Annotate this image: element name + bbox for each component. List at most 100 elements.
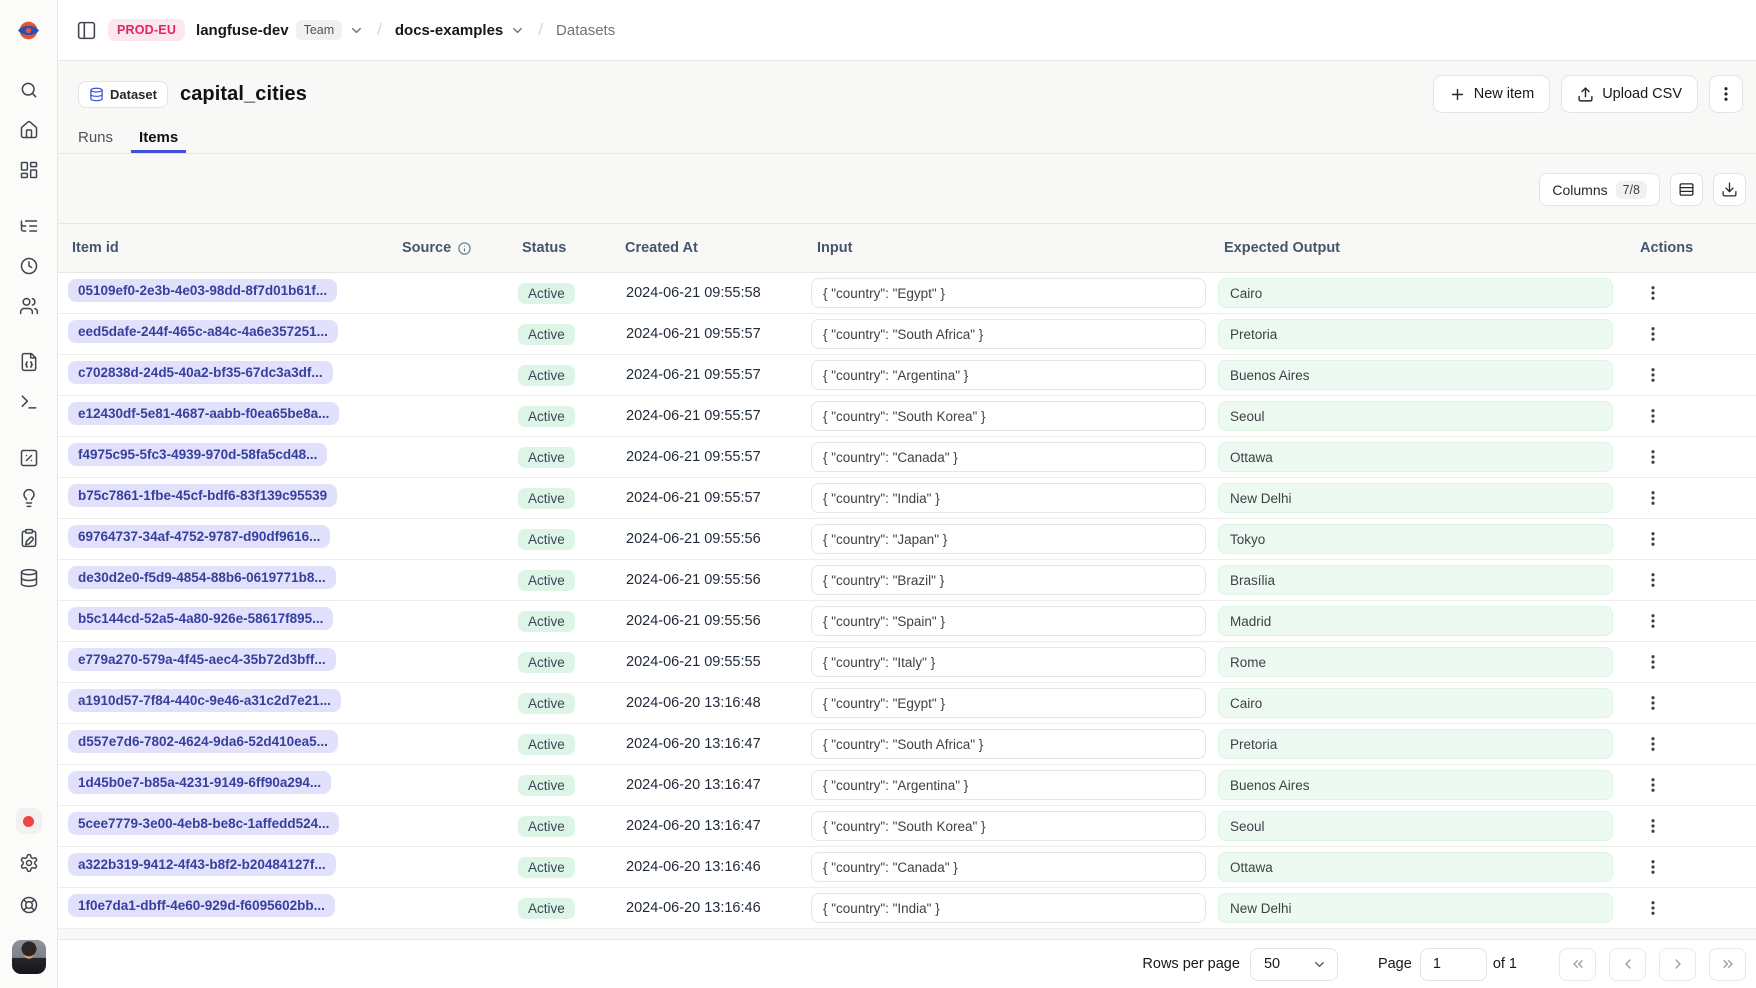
table-row[interactable]: a1910d57-7f84-440c-9e46-a31c2d7e21...Act… — [58, 683, 1756, 724]
sidebar-item-support[interactable] — [16, 892, 42, 918]
item-id-badge[interactable]: 1f0e7da1-dbff-4e60-929d-f6095602bb... — [68, 894, 335, 917]
chevron-left-icon — [1620, 956, 1636, 972]
row-actions-button[interactable] — [1640, 813, 1666, 839]
item-id-badge[interactable]: b5c144cd-52a5-4a80-926e-58617f895... — [68, 607, 333, 630]
row-actions-button[interactable] — [1640, 608, 1666, 634]
sidebar-item-datasets[interactable] — [16, 565, 42, 591]
row-actions-button[interactable] — [1640, 403, 1666, 429]
sidebar-item-tracing[interactable] — [16, 213, 42, 239]
chevron-down-icon[interactable] — [510, 23, 525, 38]
item-id-badge[interactable]: a1910d57-7f84-440c-9e46-a31c2d7e21... — [68, 689, 341, 712]
tab-runs[interactable]: Runs — [70, 127, 121, 153]
project-selector[interactable]: docs-examples — [395, 22, 525, 39]
sidebar-item-search[interactable] — [16, 77, 42, 103]
page-label: Page — [1378, 956, 1412, 972]
table-row[interactable]: b5c144cd-52a5-4a80-926e-58617f895...Acti… — [58, 601, 1756, 642]
table-row[interactable]: 05109ef0-2e3b-4e03-98dd-8f7d01b61f...Act… — [58, 273, 1756, 314]
row-actions-button[interactable] — [1640, 731, 1666, 757]
row-actions-button[interactable] — [1640, 895, 1666, 921]
sidebar-item-dashboards[interactable] — [16, 157, 42, 183]
table-row[interactable]: f4975c95-5fc3-4939-970d-58fa5cd48...Acti… — [58, 437, 1756, 478]
table-row[interactable]: e12430df-5e81-4687-aabb-f0ea65be8a...Act… — [58, 396, 1756, 437]
previous-page-button[interactable] — [1609, 948, 1646, 981]
row-actions-button[interactable] — [1640, 321, 1666, 347]
item-id-badge[interactable]: 69764737-34af-4752-9787-d90df9616... — [68, 525, 330, 548]
column-label: Expected Output — [1224, 240, 1340, 256]
created-at-cell: 2024-06-20 13:16:46 — [619, 900, 811, 916]
table-row[interactable]: eed5dafe-244f-465c-a84c-4a6e357251...Act… — [58, 314, 1756, 355]
table-row[interactable]: b75c7861-1fbe-45cf-bdf6-83f139c95539Acti… — [58, 478, 1756, 519]
table-row[interactable]: 69764737-34af-4752-9787-d90df9616...Acti… — [58, 519, 1756, 560]
more-vertical-icon — [1717, 85, 1735, 103]
table-row[interactable]: 1f0e7da1-dbff-4e60-929d-f6095602bb...Act… — [58, 888, 1756, 929]
table-row[interactable]: de30d2e0-f5d9-4854-88b6-0619771b8...Acti… — [58, 560, 1756, 601]
sidebar-bottom — [12, 808, 46, 988]
rows-per-page-select[interactable]: 50 — [1250, 948, 1338, 981]
item-id-badge[interactable]: eed5dafe-244f-465c-a84c-4a6e357251... — [68, 320, 338, 343]
export-button[interactable] — [1713, 173, 1746, 206]
row-actions-button[interactable] — [1640, 444, 1666, 470]
row-actions-button[interactable] — [1640, 690, 1666, 716]
sidebar-item-settings[interactable] — [16, 850, 42, 876]
tab-items[interactable]: Items — [131, 127, 186, 153]
item-id-badge[interactable]: e12430df-5e81-4687-aabb-f0ea65be8a... — [68, 402, 339, 425]
langfuse-logo[interactable] — [16, 0, 41, 61]
new-item-button[interactable]: New item — [1433, 75, 1550, 113]
sidebar-item-prompts[interactable] — [16, 349, 42, 375]
row-actions-button[interactable] — [1640, 526, 1666, 552]
sidebar-item-annotation[interactable] — [16, 525, 42, 551]
breadcrumb-section[interactable]: Datasets — [556, 22, 615, 39]
row-actions-button[interactable] — [1640, 649, 1666, 675]
table-row[interactable]: 5cee7779-3e00-4eb8-be8c-1affedd524...Act… — [58, 806, 1756, 847]
row-actions-button[interactable] — [1640, 772, 1666, 798]
expected-output-cell: Buenos Aires — [1218, 770, 1613, 800]
item-id-badge[interactable]: b75c7861-1fbe-45cf-bdf6-83f139c95539 — [68, 484, 337, 507]
more-actions-button[interactable] — [1709, 75, 1743, 113]
item-id-badge[interactable]: f4975c95-5fc3-4939-970d-58fa5cd48... — [68, 443, 327, 466]
table-row[interactable]: a322b319-9412-4f43-b8f2-b20484127f...Act… — [58, 847, 1756, 888]
item-id-badge[interactable]: e779a270-579a-4f45-aec4-35b72d3bff... — [68, 648, 336, 671]
input-cell: { "country": "Brazil" } — [811, 565, 1206, 595]
row-actions-button[interactable] — [1640, 854, 1666, 880]
sidebar-item-sessions[interactable] — [16, 253, 42, 279]
item-id-badge[interactable]: d557e7d6-7802-4624-9da6-52d410ea5... — [68, 730, 338, 753]
sidebar-toggle-button[interactable] — [76, 20, 97, 41]
item-id-badge[interactable]: c702838d-24d5-40a2-bf35-67dc3a3df... — [68, 361, 333, 384]
created-at-cell: 2024-06-20 13:16:47 — [619, 777, 811, 793]
page-number-input[interactable] — [1420, 948, 1487, 981]
sidebar-item-insights[interactable] — [16, 485, 42, 511]
columns-button[interactable]: Columns 7/8 — [1539, 173, 1660, 206]
red-dot-icon — [23, 816, 34, 827]
row-actions-button[interactable] — [1640, 485, 1666, 511]
expected-output-cell: Ottawa — [1218, 442, 1613, 472]
sidebar-item-users[interactable] — [16, 293, 42, 319]
item-id-badge[interactable]: 05109ef0-2e3b-4e03-98dd-8f7d01b61f... — [68, 279, 337, 302]
table-row[interactable]: e779a270-579a-4f45-aec4-35b72d3bff...Act… — [58, 642, 1756, 683]
clock-icon — [19, 256, 39, 276]
table-row[interactable]: c702838d-24d5-40a2-bf35-67dc3a3df...Acti… — [58, 355, 1756, 396]
sidebar-item-evaluation[interactable] — [16, 445, 42, 471]
first-page-button[interactable] — [1559, 948, 1596, 981]
upload-csv-button[interactable]: Upload CSV — [1561, 75, 1698, 113]
item-id-badge[interactable]: a322b319-9412-4f43-b8f2-b20484127f... — [68, 853, 336, 876]
sidebar-item-home[interactable] — [16, 117, 42, 143]
row-actions-button[interactable] — [1640, 567, 1666, 593]
record-indicator[interactable] — [16, 808, 42, 834]
expected-output-cell: Rome — [1218, 647, 1613, 677]
table-row[interactable]: 1d45b0e7-b85a-4231-9149-6ff90a294...Acti… — [58, 765, 1756, 806]
next-page-button[interactable] — [1659, 948, 1696, 981]
row-actions-button[interactable] — [1640, 362, 1666, 388]
chevron-down-icon[interactable] — [349, 23, 364, 38]
project-name: docs-examples — [395, 22, 503, 39]
item-id-badge[interactable]: de30d2e0-f5d9-4854-88b6-0619771b8... — [68, 566, 336, 589]
user-avatar[interactable] — [12, 940, 46, 974]
row-actions-button[interactable] — [1640, 280, 1666, 306]
item-id-badge[interactable]: 5cee7779-3e00-4eb8-be8c-1affedd524... — [68, 812, 339, 835]
sidebar-item-playground[interactable] — [16, 389, 42, 415]
item-id-badge[interactable]: 1d45b0e7-b85a-4231-9149-6ff90a294... — [68, 771, 331, 794]
plus-icon — [1449, 86, 1466, 103]
last-page-button[interactable] — [1709, 948, 1746, 981]
org-selector[interactable]: langfuse-dev Team — [196, 20, 364, 40]
row-height-button[interactable] — [1670, 173, 1703, 206]
table-row[interactable]: d557e7d6-7802-4624-9da6-52d410ea5...Acti… — [58, 724, 1756, 765]
